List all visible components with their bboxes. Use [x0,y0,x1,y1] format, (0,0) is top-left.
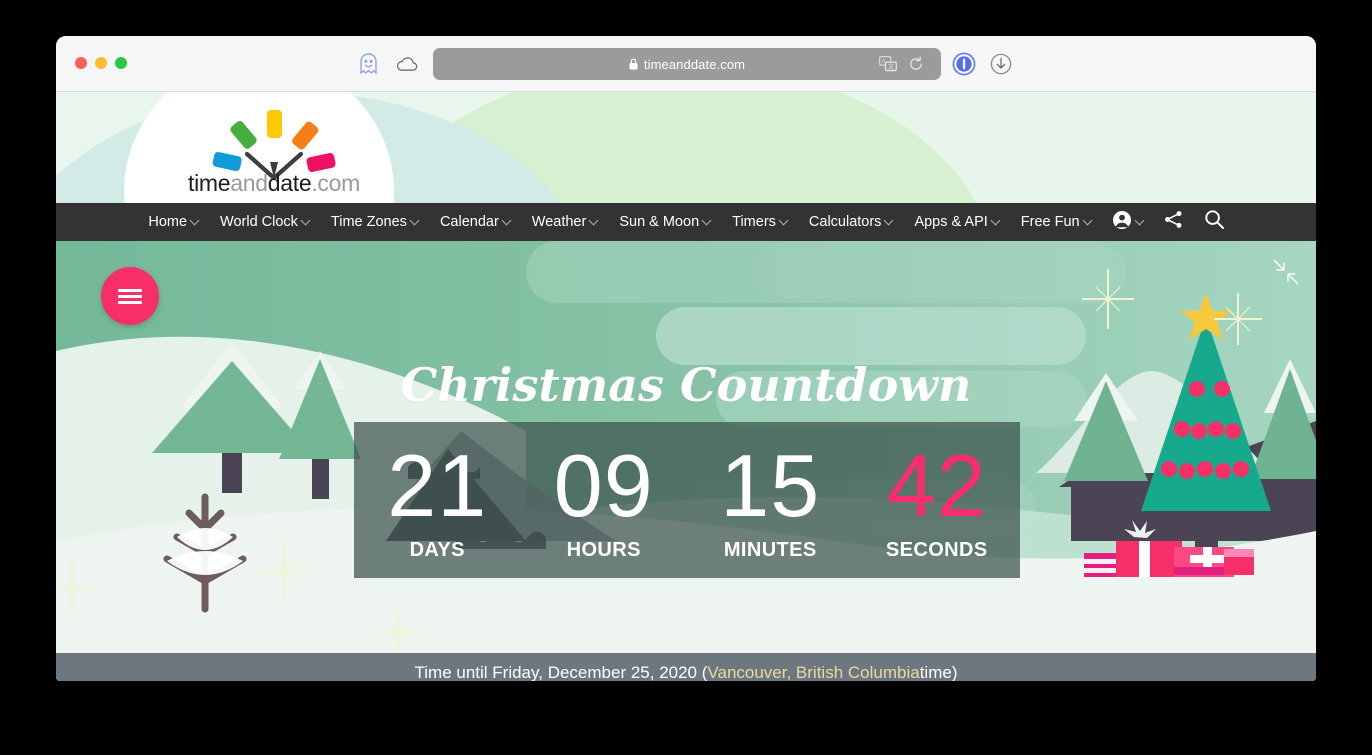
ghostery-icon[interactable] [355,51,381,77]
countdown-unit-hours: 09 HOURS [521,422,688,578]
site-header: timeanddate.com [56,92,1316,203]
footer-location-link[interactable]: Vancouver, British Columbia [707,663,919,682]
nav-item-account[interactable] [1102,203,1153,241]
close-window-button[interactable] [75,57,87,69]
nav-item-apps-and-api[interactable]: Apps & API [903,203,1009,241]
nav-item-label: World Clock [220,214,298,230]
nav-item-time-zones[interactable]: Time Zones [320,203,429,241]
nav-item-free-fun[interactable]: Free Fun [1010,203,1102,241]
nav-item-label: Calendar [439,214,499,230]
nav-item-label: Home [148,214,188,230]
chevron-down-icon [501,215,512,225]
logo-word-date: date [267,170,312,196]
reload-icon[interactable] [908,56,924,77]
lock-icon [629,58,638,70]
logo-clock-icon [212,110,336,181]
countdown-unit-days: 21 DAYS [354,422,521,578]
address-bar-url-text: timeanddate.com [643,56,746,72]
chevron-down-icon [189,215,200,225]
logo-word-com: .com [311,170,360,196]
countdown-timer: 21 DAYS 09 HOURS 15 MINUTES 42 SECONDS [354,422,1020,578]
hamburger-menu-icon [118,286,142,307]
chevron-down-icon [588,215,599,225]
downloads-icon[interactable] [988,51,1014,77]
window-controls [75,57,127,69]
countdown-label: HOURS [566,538,641,561]
countdown-unit-seconds: 42 SECONDS [854,422,1021,578]
chevron-down-icon [990,215,1001,225]
nav-item-sun-and-moon[interactable]: Sun & Moon [608,203,721,241]
translate-icon[interactable]: A 文 [879,56,897,77]
site-logo[interactable]: timeanddate.com [184,102,364,197]
main-navigation: Home World Clock Time Zones Calendar Wea… [56,203,1316,241]
countdown-label: DAYS [409,538,465,561]
hamburger-bar [118,288,142,292]
nav-item-label: Time Zones [330,214,407,230]
nav-item-calendar[interactable]: Calendar [429,203,521,241]
page-content: timeanddate.com Home World Clock Time Zo… [56,92,1316,681]
countdown-label: SECONDS [885,538,988,561]
countdown-label: MINUTES [723,538,817,561]
footer-prefix-text: Time until Friday, December 25, 2020 ( [414,662,708,682]
nav-item-weather[interactable]: Weather [521,203,609,241]
countdown-value: 09 [553,436,654,536]
zoom-window-button[interactable] [115,57,127,69]
exit-fullscreen-button[interactable] [1271,257,1301,287]
nav-item-label: Sun & Moon [619,214,700,230]
onepassword-icon[interactable] [951,51,977,77]
nav-item-label: Weather [531,214,587,230]
address-bar-content: timeanddate.com [629,57,745,72]
nav-item-world-clock[interactable]: World Clock [209,203,320,241]
countdown-value: 15 [720,436,821,536]
nav-item-search[interactable] [1194,203,1235,241]
footer-suffix-text: time) [919,662,958,682]
nav-item-calculators[interactable]: Calculators [798,203,904,241]
logo-word-and: and [230,170,268,196]
chevron-down-icon [778,215,789,225]
account-icon [1112,210,1132,235]
logo-word-time: time [188,170,231,196]
countdown-unit-minutes: 15 MINUTES [687,422,854,578]
share-icon [1163,209,1184,235]
hamburger-bar [118,300,142,304]
svg-text:文: 文 [888,63,894,71]
chevron-down-icon [701,215,712,225]
icloud-icon[interactable] [394,51,420,77]
nav-item-share[interactable] [1153,203,1194,241]
countdown-value: 42 [886,436,987,536]
countdown-title: Christmas Countdown [400,358,972,412]
hero-menu-button[interactable] [101,267,159,325]
exit-fullscreen-icon [1273,259,1299,285]
address-bar[interactable]: timeanddate.com A 文 [433,48,941,80]
hamburger-bar [118,294,142,298]
nav-item-label: Apps & API [914,214,988,230]
chevron-down-icon [409,215,420,225]
logo-wordmark: timeanddate.com [184,170,364,197]
countdown-value: 21 [387,436,488,536]
hero-scene: Christmas Countdown 21 DAYS 09 HOURS 15 … [56,241,1316,653]
nav-item-home[interactable]: Home [137,203,209,241]
browser-window: timeanddate.com A 文 timeanddate.com Home… [56,36,1316,681]
nav-item-label: Timers [732,214,776,230]
chevron-down-icon [1134,215,1145,225]
browser-toolbar: timeanddate.com A 文 [56,36,1316,92]
countdown-footer: Time until Friday, December 25, 2020 (Va… [56,653,1316,681]
minimize-window-button[interactable] [95,57,107,69]
nav-item-label: Free Fun [1020,214,1080,230]
nav-item-timers[interactable]: Timers [721,203,798,241]
chevron-down-icon [883,215,894,225]
nav-item-label: Calculators [808,214,882,230]
chevron-down-icon [300,215,311,225]
search-icon [1204,209,1225,235]
chevron-down-icon [1082,215,1093,225]
